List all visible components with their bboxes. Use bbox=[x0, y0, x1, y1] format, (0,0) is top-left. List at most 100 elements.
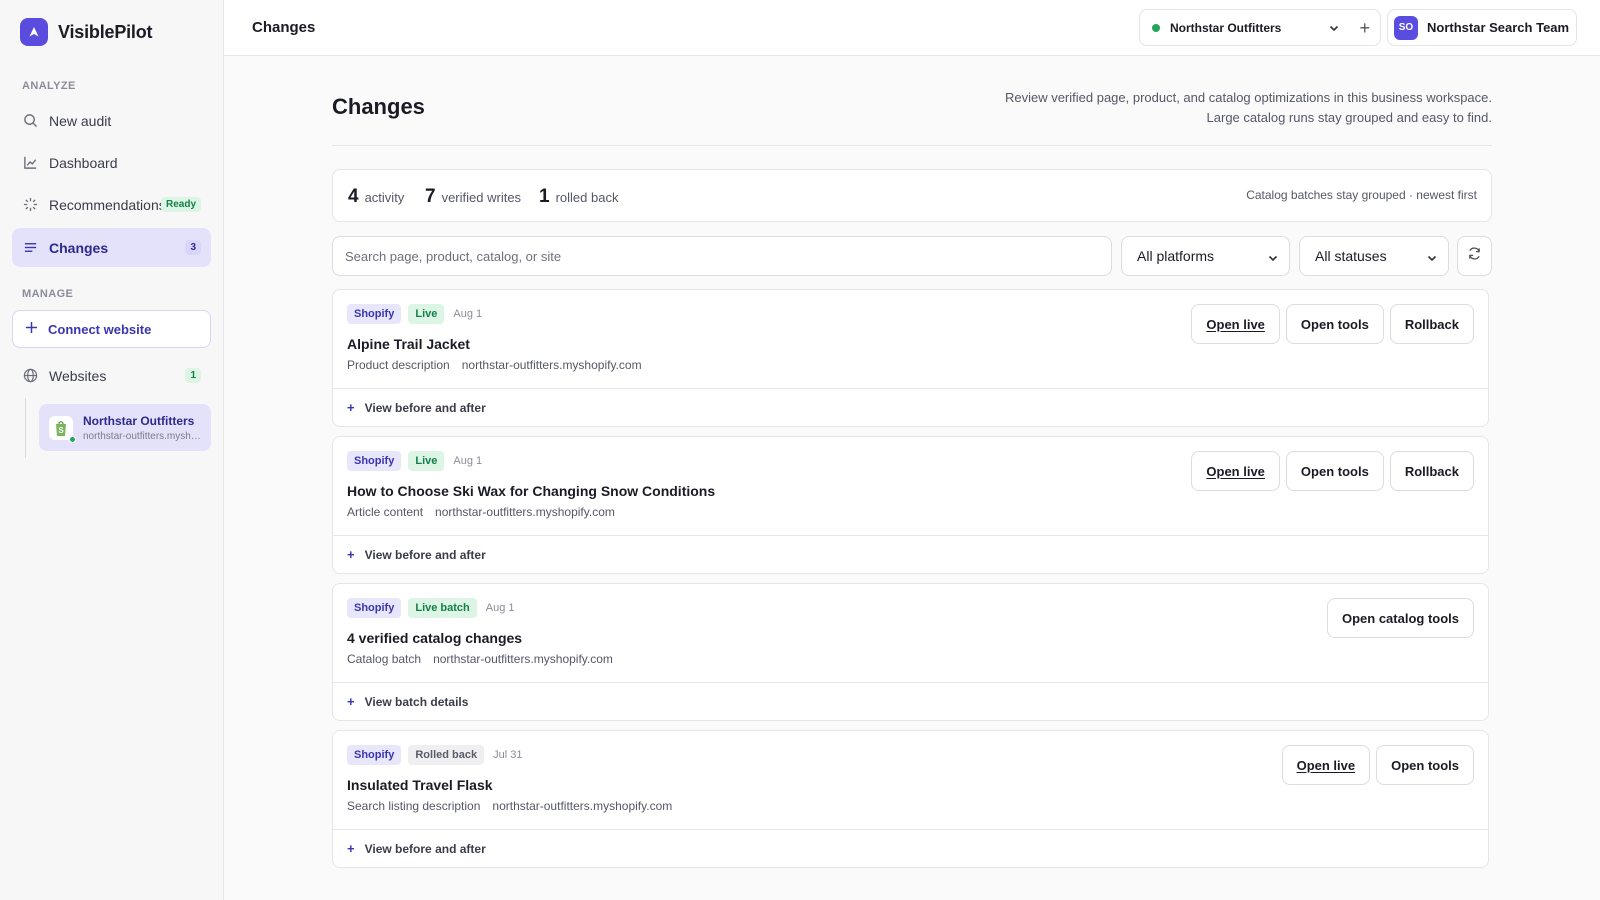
stat-number: 1 bbox=[539, 186, 550, 207]
divider bbox=[332, 145, 1492, 146]
page-title: Changes bbox=[332, 94, 425, 119]
change-date: Aug 1 bbox=[485, 602, 515, 614]
status-dot bbox=[1152, 23, 1160, 32]
globe-icon bbox=[22, 368, 38, 384]
svg-text:S: S bbox=[58, 426, 64, 435]
app-name: VisiblePilot bbox=[58, 21, 153, 42]
websites-count-badge: 1 bbox=[185, 368, 201, 383]
add-workspace-icon[interactable]: + bbox=[1359, 19, 1370, 37]
brand[interactable]: VisiblePilot bbox=[20, 18, 153, 46]
status-badge: Live batch bbox=[408, 598, 477, 618]
section-label-analyze: ANALYZE bbox=[22, 80, 76, 92]
status-badge: Rolled back bbox=[408, 745, 485, 765]
team-menu[interactable]: SO Northstar Search Team bbox=[1387, 9, 1577, 46]
change-date: Aug 1 bbox=[453, 455, 483, 467]
site-url: northstar-outfitters.myshopify.com bbox=[83, 430, 201, 442]
nav-item-websites[interactable]: Websites 1 bbox=[12, 356, 211, 395]
expand-label: View before and after bbox=[364, 547, 486, 562]
rollback-button[interactable]: Rollback bbox=[1389, 304, 1474, 344]
site-item-northstar[interactable]: S Northstar Outfitters northstar-outfitt… bbox=[39, 404, 211, 451]
connect-website-button[interactable]: Connect website bbox=[12, 310, 211, 348]
ready-badge: Ready bbox=[160, 197, 201, 212]
description-line: Large catalog runs stay grouped and easy… bbox=[1206, 110, 1492, 125]
nav-label: Recommendations bbox=[49, 196, 166, 213]
platform-badge: Shopify bbox=[347, 598, 402, 618]
change-type: Article content bbox=[347, 505, 424, 519]
change-date: Jul 31 bbox=[493, 749, 523, 761]
search-icon bbox=[22, 113, 38, 129]
open-live-button[interactable]: Open live bbox=[1191, 451, 1280, 491]
workspace-select[interactable]: Northstar Outfitters + bbox=[1139, 9, 1381, 46]
change-title: 4 verified catalog changes bbox=[347, 630, 523, 646]
plus-icon bbox=[25, 321, 38, 337]
change-title: Alpine Trail Jacket bbox=[347, 336, 470, 352]
open-tools-button[interactable]: Open tools bbox=[1285, 451, 1384, 491]
nav-label: Websites bbox=[49, 367, 107, 384]
search-input[interactable] bbox=[332, 236, 1112, 276]
change-type: Catalog batch bbox=[347, 652, 422, 666]
sidebar: VisiblePilot ANALYZE New audit Dashboard… bbox=[0, 0, 224, 900]
nav-item-dashboard[interactable]: Dashboard bbox=[12, 143, 211, 182]
refresh-button[interactable] bbox=[1457, 236, 1492, 276]
chevron-down-icon bbox=[1328, 22, 1340, 37]
plus-icon: + bbox=[347, 547, 355, 562]
expand-toggle[interactable]: + View batch details bbox=[333, 682, 1488, 720]
stat-number: 7 bbox=[425, 186, 436, 207]
topbar: Changes Northstar Outfitters + SO Norths… bbox=[224, 0, 1600, 56]
change-site: northstar-outfitters.myshopify.com bbox=[461, 358, 642, 372]
expand-label: View before and after bbox=[364, 400, 486, 415]
shopify-icon: S bbox=[49, 415, 76, 443]
change-site: northstar-outfitters.myshopify.com bbox=[433, 652, 613, 666]
logo-icon bbox=[20, 18, 48, 46]
chevron-down-icon bbox=[1267, 251, 1279, 267]
stat-activity: 4 activity bbox=[348, 186, 404, 208]
open-tools-button[interactable]: Open tools bbox=[1376, 745, 1474, 785]
nav-item-changes[interactable]: Changes 3 bbox=[12, 228, 211, 267]
team-name: Northstar Search Team bbox=[1427, 20, 1570, 35]
plus-icon: + bbox=[347, 694, 355, 709]
stat-label: rolled back bbox=[555, 190, 619, 205]
changes-count-badge: 3 bbox=[185, 240, 201, 255]
change-card: Shopify Live batch Aug 1 4 verified cata… bbox=[332, 583, 1489, 721]
sparkle-icon bbox=[22, 197, 38, 213]
open-live-button[interactable]: Open live bbox=[1191, 304, 1280, 344]
section-label-manage: MANAGE bbox=[22, 288, 74, 300]
tree-line bbox=[25, 398, 26, 458]
platform-badge: Shopify bbox=[347, 304, 402, 324]
description-line: Review verified page, product, and catal… bbox=[1004, 90, 1492, 105]
open-live-button[interactable]: Open live bbox=[1281, 745, 1371, 785]
rollback-button[interactable]: Rollback bbox=[1389, 451, 1474, 491]
stats-note: Catalog batches stay grouped · newest fi… bbox=[1246, 188, 1477, 202]
platform-badge: Shopify bbox=[347, 745, 402, 765]
page-description: Review verified page, product, and catal… bbox=[1005, 88, 1492, 128]
open-catalog-tools-button[interactable]: Open catalog tools bbox=[1326, 598, 1474, 638]
expand-toggle[interactable]: + View before and after bbox=[333, 535, 1488, 573]
site-name: Northstar Outfitters bbox=[83, 413, 195, 428]
expand-toggle[interactable]: + View before and after bbox=[333, 829, 1488, 867]
nav-item-recommendations[interactable]: Recommendations Ready bbox=[12, 185, 211, 224]
change-type: Product description bbox=[347, 358, 450, 372]
nav-label: Changes bbox=[49, 239, 109, 256]
change-date: Aug 1 bbox=[453, 308, 483, 320]
change-site: northstar-outfitters.myshopify.com bbox=[492, 799, 673, 813]
platform-select[interactable]: All platforms bbox=[1121, 236, 1290, 276]
list-icon bbox=[22, 240, 38, 256]
plus-icon: + bbox=[347, 841, 355, 856]
platform-badge: Shopify bbox=[347, 451, 402, 471]
open-tools-button[interactable]: Open tools bbox=[1285, 304, 1384, 344]
stat-label: verified writes bbox=[441, 190, 522, 205]
workspace-name: Northstar Outfitters bbox=[1170, 20, 1282, 35]
status-select[interactable]: All statuses bbox=[1299, 236, 1449, 276]
status-select-value: All statuses bbox=[1315, 248, 1387, 264]
expand-toggle[interactable]: + View before and after bbox=[333, 388, 1488, 426]
stat-verified-writes: 7 verified writes bbox=[425, 186, 521, 208]
nav-item-new-audit[interactable]: New audit bbox=[12, 101, 211, 140]
chevron-down-icon bbox=[1426, 251, 1438, 267]
plus-icon: + bbox=[347, 400, 355, 415]
stat-label: activity bbox=[364, 190, 405, 205]
topbar-title: Changes bbox=[252, 19, 316, 36]
expand-label: View batch details bbox=[364, 694, 469, 709]
change-title: How to Choose Ski Wax for Changing Snow … bbox=[347, 483, 716, 499]
stats-bar: 4 activity 7 verified writes 1 rolled ba… bbox=[332, 169, 1492, 222]
nav-label: Dashboard bbox=[49, 154, 118, 171]
